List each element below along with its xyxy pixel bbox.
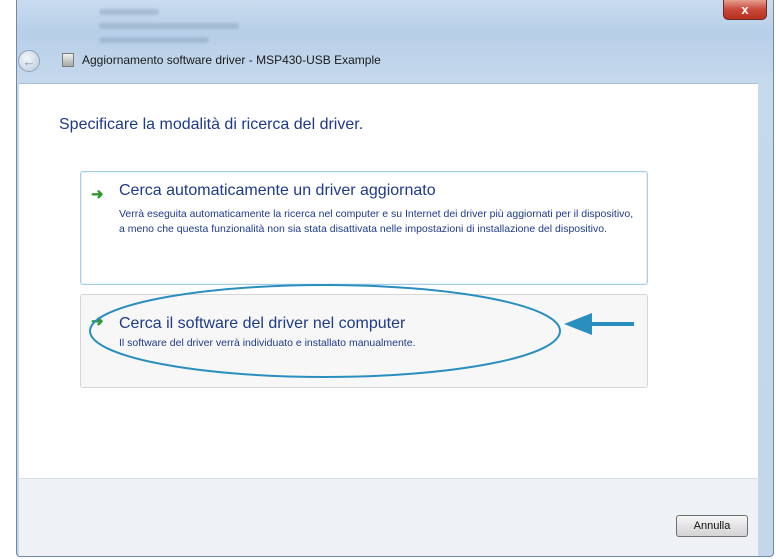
cancel-button[interactable]: Annulla	[676, 515, 748, 537]
pointer-arrow-head	[564, 313, 592, 335]
annotation-overlay	[89, 284, 634, 378]
highlight-ellipse	[89, 284, 561, 378]
dialog-footer	[19, 478, 758, 556]
